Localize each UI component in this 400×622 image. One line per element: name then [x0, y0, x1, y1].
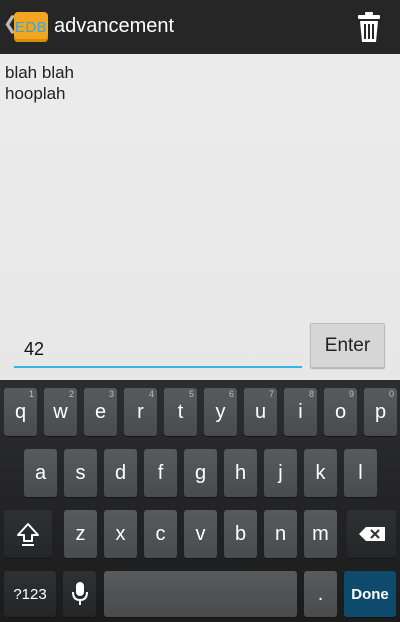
- shift-key[interactable]: [4, 510, 52, 558]
- key-z[interactable]: z: [64, 510, 97, 558]
- key-g[interactable]: g: [184, 449, 217, 497]
- key-label: i: [298, 400, 303, 423]
- key-label: q: [14, 400, 27, 423]
- key-j[interactable]: j: [264, 449, 297, 497]
- key-p[interactable]: p0: [364, 388, 397, 436]
- number-input[interactable]: [14, 334, 302, 364]
- content-area: blah blah hooplah Enter: [0, 54, 400, 380]
- key-label: o: [334, 400, 347, 423]
- backspace-icon: [358, 527, 385, 541]
- space-key[interactable]: [104, 571, 297, 617]
- key-o[interactable]: o9: [324, 388, 357, 436]
- key-a[interactable]: a: [24, 449, 57, 497]
- key-label: t: [177, 400, 184, 423]
- key-x[interactable]: x: [104, 510, 137, 558]
- key-label: u: [254, 400, 267, 423]
- key-b[interactable]: b: [224, 510, 257, 558]
- key-hint: 0: [388, 389, 394, 399]
- key-hint: 5: [188, 389, 194, 399]
- key-i[interactable]: i8: [284, 388, 317, 436]
- key-d[interactable]: d: [104, 449, 137, 497]
- period-key[interactable]: .: [304, 571, 337, 617]
- key-e[interactable]: e3: [84, 388, 117, 436]
- key-label: w: [53, 400, 68, 423]
- key-f[interactable]: f: [144, 449, 177, 497]
- key-t[interactable]: t5: [164, 388, 197, 436]
- key-label: y: [215, 400, 226, 423]
- backspace-key[interactable]: [347, 510, 396, 558]
- symbols-key[interactable]: ?123: [4, 571, 56, 617]
- done-key[interactable]: Done: [344, 571, 396, 617]
- key-hint: 6: [228, 389, 234, 399]
- soft-keyboard: q1 w2 e3 r4 t5 y6 u7 i8 o9 p0 a s d f g …: [0, 380, 400, 622]
- key-hint: 9: [348, 389, 354, 399]
- key-hint: 2: [68, 389, 74, 399]
- key-q[interactable]: q1: [4, 388, 37, 436]
- key-h[interactable]: h: [224, 449, 257, 497]
- key-k[interactable]: k: [304, 449, 337, 497]
- key-hint: 4: [148, 389, 154, 399]
- voice-key[interactable]: [63, 571, 96, 617]
- shift-icon: [17, 523, 39, 546]
- output-text: blah blah hooplah: [5, 63, 75, 103]
- key-hint: 8: [308, 389, 314, 399]
- microphone-icon: [71, 582, 88, 605]
- number-input-container: [14, 334, 302, 368]
- key-r[interactable]: r4: [124, 388, 157, 436]
- action-bar: ❮ EDB advancement: [0, 0, 400, 54]
- key-c[interactable]: c: [144, 510, 177, 558]
- key-label: e: [94, 400, 107, 423]
- key-label: r: [137, 400, 144, 423]
- key-s[interactable]: s: [64, 449, 97, 497]
- key-label: p: [374, 400, 387, 423]
- key-l[interactable]: l: [344, 449, 377, 497]
- enter-button[interactable]: Enter: [310, 323, 385, 368]
- key-u[interactable]: u7: [244, 388, 277, 436]
- key-y[interactable]: y6: [204, 388, 237, 436]
- trash-icon[interactable]: [356, 11, 382, 43]
- key-hint: 7: [268, 389, 274, 399]
- key-hint: 1: [28, 389, 34, 399]
- key-v[interactable]: v: [184, 510, 217, 558]
- key-n[interactable]: n: [264, 510, 297, 558]
- key-hint: 3: [108, 389, 114, 399]
- key-w[interactable]: w2: [44, 388, 77, 436]
- app-icon[interactable]: EDB: [14, 12, 48, 42]
- page-title: advancement: [54, 15, 175, 37]
- key-m[interactable]: m: [304, 510, 337, 558]
